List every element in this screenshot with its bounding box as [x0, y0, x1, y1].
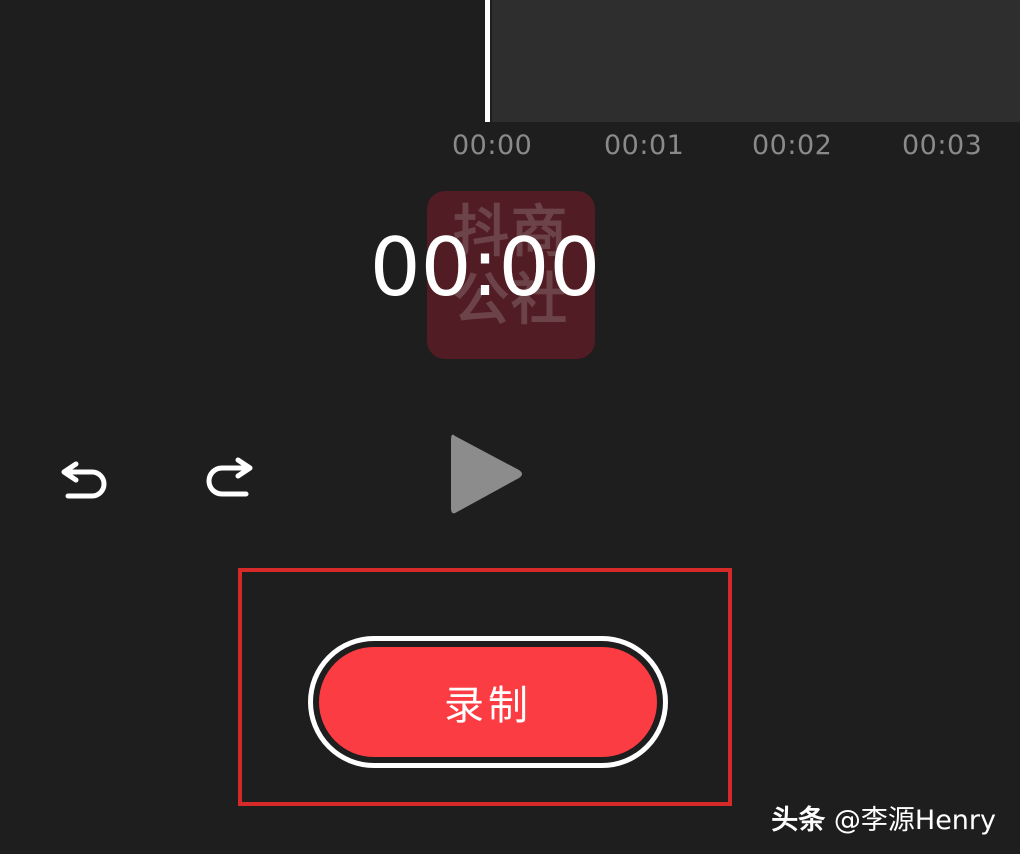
audio-track-strip[interactable] — [492, 0, 1020, 122]
record-button-label: 录制 — [319, 647, 657, 757]
timeline-tick-1: 00:01 — [604, 130, 685, 161]
timeline-tick-0: 00:00 — [452, 130, 533, 161]
credit-author: @李源Henry — [833, 805, 996, 836]
record-button[interactable]: 录制 — [308, 636, 668, 768]
recording-timer: 00:00 — [369, 221, 601, 314]
voice-record-screen: 00:00 00:01 00:02 00:03 抖商公社 00:00 录制 头条… — [0, 0, 1020, 854]
undo-icon[interactable] — [58, 450, 112, 504]
play-icon[interactable] — [447, 428, 527, 520]
timeline-tick-3: 00:03 — [902, 130, 983, 161]
timeline-tick-2: 00:02 — [752, 130, 833, 161]
playhead[interactable] — [485, 0, 490, 122]
redo-icon[interactable] — [202, 450, 256, 504]
credit-brand: 头条 — [771, 805, 826, 836]
source-credit: 头条 @李源Henry — [771, 798, 996, 837]
